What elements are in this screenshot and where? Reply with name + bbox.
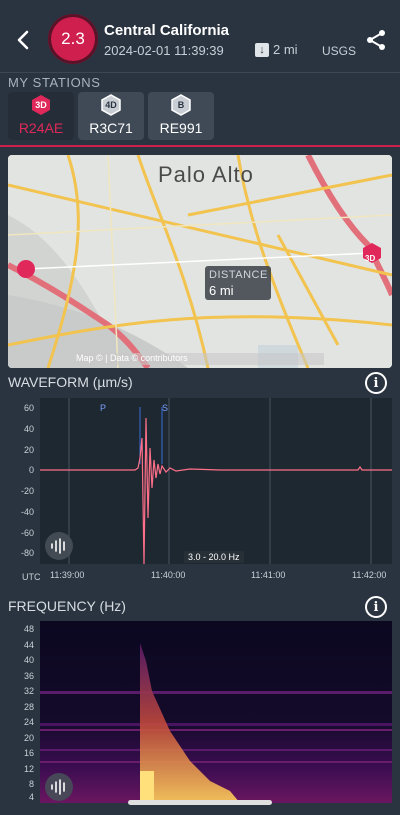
map-place-label: Palo Alto: [158, 162, 254, 187]
station-hexagon-icon: B: [170, 94, 192, 116]
y-tick: 36: [23, 671, 34, 681]
distance-value: 6 mi: [209, 283, 234, 298]
x-tick: 11:41:00: [251, 570, 286, 580]
y-tick: 24: [23, 717, 34, 727]
y-tick: -80: [20, 548, 34, 558]
x-tick: 11:42:00: [352, 570, 387, 580]
event-depth: ↓ 2 mi: [255, 42, 298, 57]
frequency-info-icon[interactable]: i: [365, 596, 387, 618]
map-station-badge: 3D: [365, 254, 376, 263]
arrow-down-icon: ↓: [255, 42, 269, 57]
share-icon[interactable]: [364, 28, 388, 52]
y-tick: 44: [23, 640, 34, 650]
waveform-plot: [40, 398, 392, 565]
event-title: Central California: [104, 22, 230, 39]
x-tick: 11:40:00: [151, 570, 186, 580]
y-tick: 16: [23, 748, 34, 758]
waveform-info-icon[interactable]: i: [365, 372, 387, 394]
station-name: R3C71: [89, 120, 133, 136]
waveform-chart[interactable]: [40, 398, 392, 565]
y-tick: 60: [23, 403, 34, 413]
y-tick: 8: [28, 779, 34, 789]
stations-label: MY STATIONS: [8, 75, 101, 90]
event-depth-value: 2 mi: [273, 42, 298, 57]
spectrogram-chart[interactable]: [40, 621, 392, 803]
waveform-sound-button[interactable]: [45, 532, 73, 560]
station-name: RE991: [159, 120, 203, 136]
waveform-label: WAVEFORM (µm/s): [8, 374, 133, 390]
y-tick: 32: [23, 686, 34, 696]
s-wave-marker: S: [162, 403, 169, 413]
x-axis-unit: UTC: [22, 572, 41, 582]
audio-wave-icon: [51, 779, 65, 795]
map-distance-box: DISTANCE 6 mi: [205, 266, 271, 300]
event-datetime: 2024-02-01 11:39:39: [104, 43, 224, 58]
station-tab-r3c71[interactable]: 4D R3C71: [78, 92, 144, 140]
spectrogram-sound-button[interactable]: [45, 773, 73, 801]
event-source: USGS: [322, 44, 357, 58]
frequency-label: FREQUENCY (Hz): [8, 598, 126, 614]
back-arrow-icon[interactable]: [12, 26, 36, 54]
home-indicator[interactable]: [128, 800, 272, 805]
station-hexagon-icon: 3D: [30, 94, 52, 116]
station-name: R24AE: [18, 120, 64, 136]
spectrogram-plot: [40, 621, 392, 803]
distance-label: DISTANCE: [209, 269, 268, 281]
y-tick: 40: [23, 424, 34, 434]
header-divider: [0, 72, 400, 73]
x-tick: 11:39:00: [50, 570, 85, 580]
y-tick: -40: [20, 507, 34, 517]
frequency-band-label: 3.0 - 20.0 Hz: [184, 551, 244, 563]
map-attribution: Map © | Data © contributors: [76, 353, 324, 365]
magnitude-value: 2.3: [61, 29, 85, 48]
y-tick: 20: [23, 733, 34, 743]
y-tick: 4: [28, 792, 34, 802]
station-tab-re991[interactable]: B RE991: [148, 92, 214, 140]
y-tick: -60: [20, 528, 34, 538]
station-tab-r24ae[interactable]: 3D R24AE: [8, 92, 74, 140]
audio-wave-icon: [51, 538, 65, 554]
y-tick: 48: [23, 624, 34, 634]
magnitude-badge: 2.3: [48, 14, 98, 64]
station-hexagon-icon: 4D: [100, 94, 122, 116]
y-tick: -20: [20, 486, 34, 496]
y-tick: 28: [23, 702, 34, 712]
y-tick: 20: [23, 445, 34, 455]
y-tick: 40: [23, 655, 34, 665]
station-badge: 3D: [35, 100, 47, 110]
y-tick: 0: [28, 465, 34, 475]
station-badge: B: [177, 100, 185, 110]
station-tabs: 3D R24AE 4D R3C71 B RE991: [8, 92, 214, 140]
stations-underline: [0, 145, 400, 147]
p-wave-marker: P: [100, 403, 107, 413]
station-badge: 4D: [105, 100, 117, 110]
y-tick: 12: [23, 764, 34, 774]
